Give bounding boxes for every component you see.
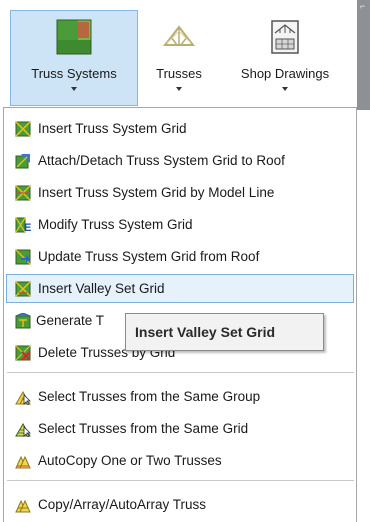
menu-item-label: Attach/Detach Truss System Grid to Roof: [38, 153, 285, 168]
menu-separator: [7, 372, 354, 373]
menu-item-label: AutoCopy One or Two Trusses: [38, 453, 222, 468]
trusses-icon: [162, 25, 196, 46]
valley-set-grid-icon: [15, 281, 31, 297]
chevron-down-icon: [71, 87, 77, 91]
select-group-icon: [15, 391, 31, 405]
menu-item-update-grid-from-roof[interactable]: Update Truss System Grid from Roof: [6, 242, 354, 271]
menu-item-label: Copy/Array/AutoArray Truss: [38, 497, 207, 512]
attach-grid-roof-icon: [15, 154, 30, 169]
chevron-down-icon: [282, 87, 288, 91]
shop-drawings-icon: [271, 20, 299, 54]
menu-item-label: Modify Truss System Grid: [38, 217, 193, 232]
menu-item-insert-valley-set-grid[interactable]: Insert Valley Set Grid: [6, 274, 354, 303]
menu-item-insert-truss-system-grid[interactable]: Insert Truss System Grid: [6, 114, 354, 143]
menu-item-modify-grid[interactable]: E Modify Truss System Grid: [6, 210, 354, 239]
menu-item-insert-grid-by-model-line[interactable]: Insert Truss System Grid by Model Line: [6, 178, 354, 207]
update-grid-roof-icon: [15, 249, 31, 265]
autocopy-icon: [15, 455, 31, 469]
truss-systems-label: Truss Systems: [31, 66, 117, 81]
chevron-down-icon: [176, 87, 182, 91]
tooltip: Insert Valley Set Grid: [125, 313, 324, 351]
menu-item-select-same-grid[interactable]: Select Trusses from the Same Grid: [6, 414, 354, 443]
menu-item-select-same-group[interactable]: Select Trusses from the Same Group: [6, 382, 354, 411]
trusses-button[interactable]: Trusses: [145, 10, 213, 106]
generate-trusses-icon: [15, 313, 31, 329]
ribbon-panel-edge: ⌐: [357, 0, 370, 110]
menu-item-label: Insert Truss System Grid by Model Line: [38, 185, 275, 200]
menu-item-label: Generate T: [36, 313, 105, 328]
truss-systems-icon: [56, 19, 92, 55]
select-grid-icon: [15, 423, 31, 437]
ribbon: Truss Systems Trusses Shop Drawings ⌐: [0, 0, 370, 110]
menu-item-label: Update Truss System Grid from Roof: [38, 249, 260, 264]
shop-drawings-button[interactable]: Shop Drawings: [225, 10, 345, 106]
menu-separator: [7, 480, 354, 481]
shop-drawings-label: Shop Drawings: [240, 66, 330, 81]
menu-item-attach-detach-grid-roof[interactable]: Attach/Detach Truss System Grid to Roof: [6, 146, 354, 175]
menu-item-label: Insert Truss System Grid: [38, 121, 187, 136]
dialog-launcher-icon[interactable]: ⌐: [360, 2, 367, 11]
menu-item-label: Select Trusses from the Same Grid: [38, 421, 249, 436]
menu-item-label: Insert Valley Set Grid: [38, 281, 165, 296]
svg-text:E: E: [24, 222, 31, 233]
copy-array-icon: [15, 499, 31, 513]
menu-item-autocopy-trusses[interactable]: AutoCopy One or Two Trusses: [6, 446, 354, 475]
grid-model-line-icon: [15, 185, 31, 201]
modify-grid-icon: E: [15, 217, 31, 233]
truss-systems-button[interactable]: Truss Systems: [10, 10, 138, 106]
delete-trusses-icon: [15, 345, 31, 361]
menu-item-copy-array-autoarray[interactable]: Copy/Array/AutoArray Truss: [6, 490, 354, 519]
menu-item-label: Select Trusses from the Same Group: [38, 389, 261, 404]
trusses-label: Trusses: [156, 66, 202, 81]
grid-green-icon: [15, 121, 31, 137]
tooltip-text: Insert Valley Set Grid: [135, 324, 276, 340]
